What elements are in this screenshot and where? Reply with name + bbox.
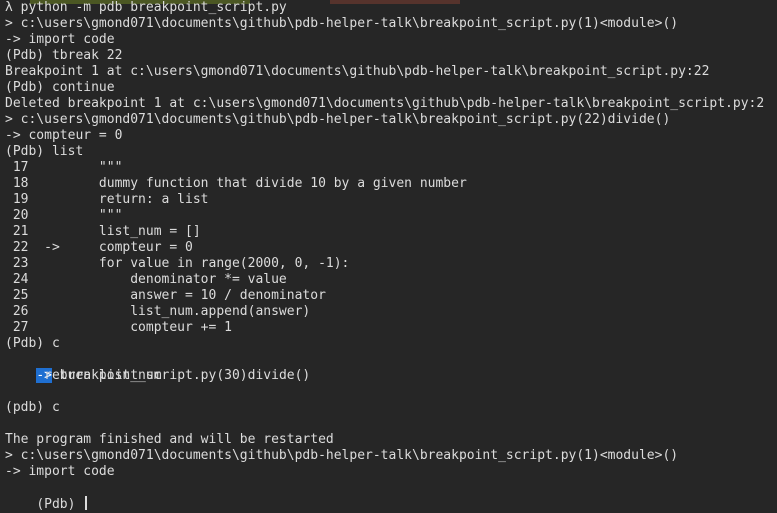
code-listing-line: 26 list_num.append(answer) <box>5 304 311 319</box>
code-listing-line: 21 list_num = [] <box>5 224 201 239</box>
terminal-line: -> import code <box>5 32 115 47</box>
terminal-line: -> compteur = 0 <box>5 128 123 143</box>
code-listing-line: 27 compteur += 1 <box>5 320 232 335</box>
code-listing-line: 25 answer = 10 / denominator <box>5 288 326 303</box>
terminal-line: (Pdb) c <box>5 336 60 351</box>
terminal-line: The program finished and will be restart… <box>5 432 334 447</box>
pdb-prompt: (Pdb) <box>36 497 84 512</box>
current-line-marker: 22 -> compteur = 0 <box>5 240 193 255</box>
text-cursor <box>85 496 88 510</box>
terminal-line: -> import code <box>5 464 115 479</box>
code-listing-line: 19 return: a list <box>5 192 209 207</box>
terminal-line: Breakpoint 1 at c:\users\gmond071\docume… <box>5 64 710 79</box>
terminal-line: (pdb) c <box>5 400 60 415</box>
input-line[interactable]: (Pdb) <box>5 480 88 512</box>
terminal-line: > c:\users\gmond071\documents\github\pdb… <box>5 448 679 463</box>
current-location-line: -> breakpoint_script.py(30)divide() <box>5 352 310 383</box>
code-listing-line: 24 denominator *= value <box>5 272 287 287</box>
terminal-line: (Pdb) tbreak 22 <box>5 48 123 63</box>
terminal-line: return list_num <box>5 368 162 383</box>
terminal-window[interactable]: λ python -m pdb breakpoint_script.py > c… <box>0 0 777 513</box>
terminal-line: > c:\users\gmond071\documents\github\pdb… <box>5 112 671 127</box>
terminal-line: (Pdb) list <box>5 144 84 159</box>
terminal-line: Deleted breakpoint 1 at c:\users\gmond07… <box>5 96 765 111</box>
terminal-line: λ python -m pdb breakpoint_script.py <box>5 0 287 15</box>
terminal-line: (Pdb) continue <box>5 80 115 95</box>
code-listing-line: 23 for value in range(2000, 0, -1): <box>5 256 350 271</box>
terminal-line: > c:\users\gmond071\documents\github\pdb… <box>5 16 679 31</box>
code-listing-line: 20 """ <box>5 208 123 223</box>
code-listing-line: 18 dummy function that divide 10 by a gi… <box>5 176 467 191</box>
code-listing-line: 17 """ <box>5 160 123 175</box>
